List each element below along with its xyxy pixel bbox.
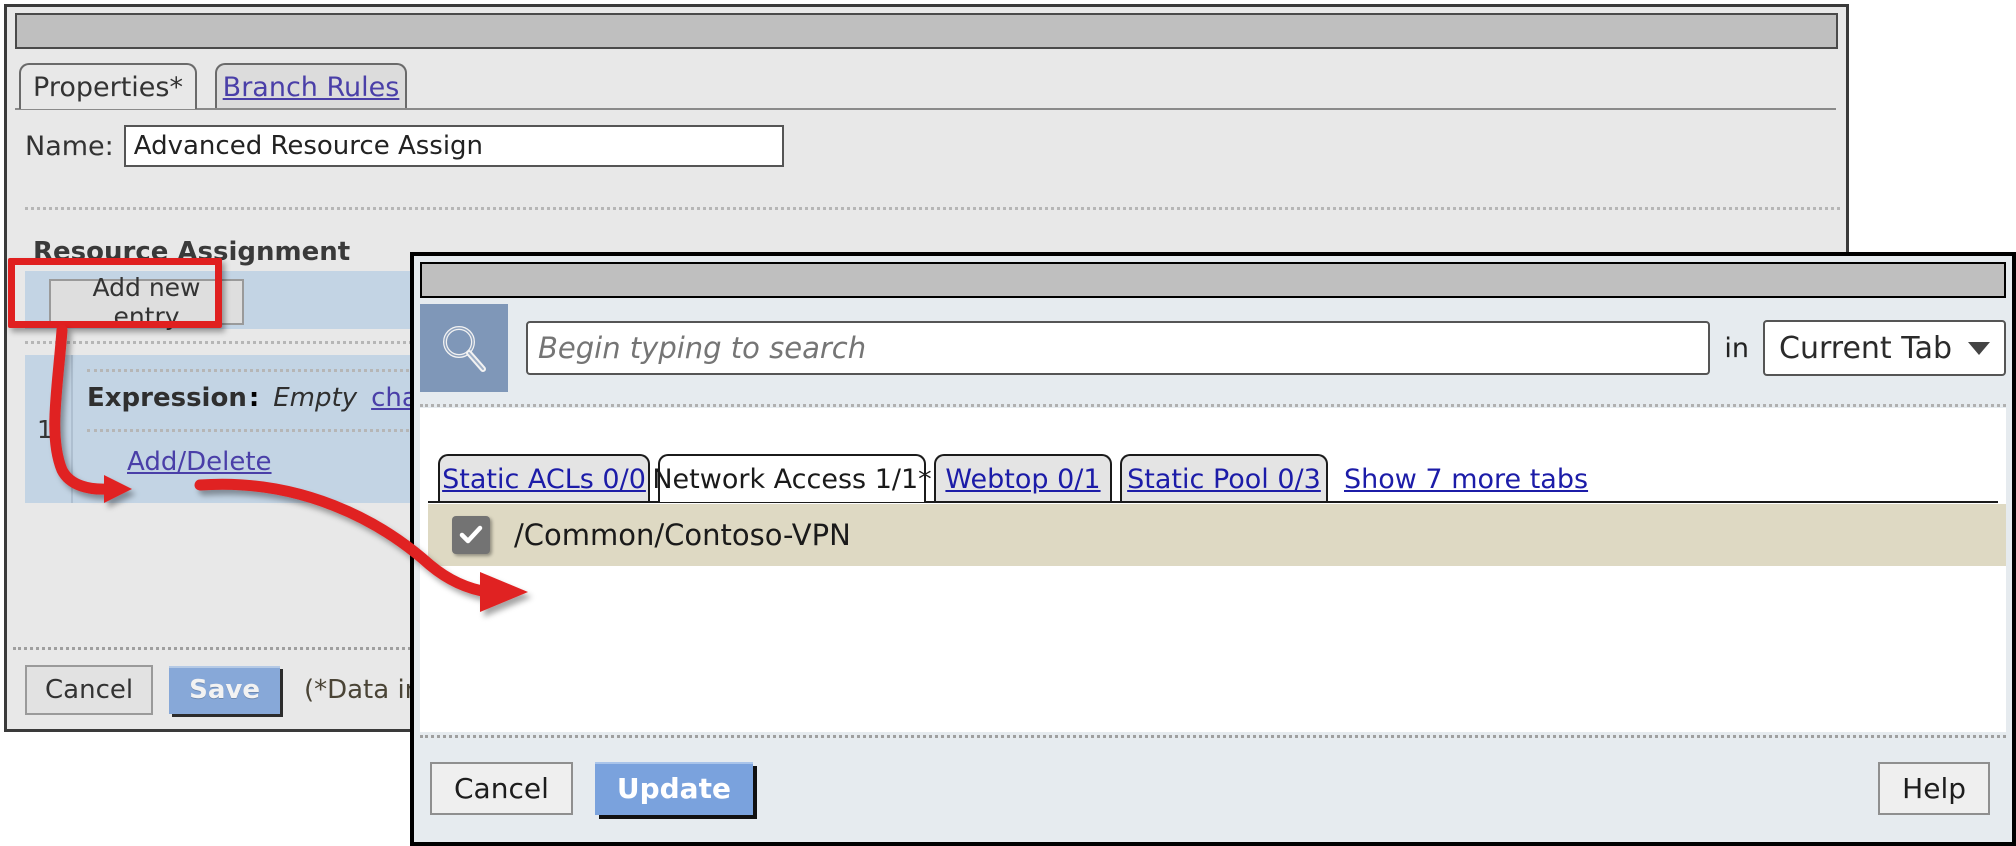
expression-colon: : bbox=[248, 383, 260, 413]
resource-checkbox[interactable] bbox=[452, 516, 490, 554]
entry-index-label: 1 bbox=[37, 415, 53, 444]
picker-content: Static ACLs 0/0 Network Access 1/1* Webt… bbox=[420, 408, 2006, 732]
tab-static-acls[interactable]: Static ACLs 0/0 bbox=[438, 454, 650, 502]
properties-tab-strip: Properties* Branch Rules bbox=[15, 59, 1838, 111]
tab-strip-divider bbox=[15, 108, 1836, 110]
tab-network-access-label: Network Access 1/1* bbox=[652, 463, 932, 495]
name-field-row: Name: bbox=[25, 125, 784, 167]
list-item[interactable]: /Common/Contoso-VPN bbox=[428, 504, 2006, 566]
tab-branch-rules[interactable]: Branch Rules bbox=[215, 63, 407, 109]
expression-value: Empty bbox=[273, 383, 358, 413]
tab-branch-rules-label: Branch Rules bbox=[222, 71, 400, 103]
tab-static-pool-label: Static Pool 0/3 bbox=[1127, 463, 1321, 495]
search-row: in Current Tab bbox=[420, 304, 2006, 392]
resource-name-label: /Common/Contoso-VPN bbox=[514, 518, 851, 552]
search-scope-value: Current Tab bbox=[1779, 330, 1952, 366]
magnifier-icon bbox=[420, 304, 508, 392]
tab-properties-label: Properties* bbox=[33, 71, 183, 103]
picker-update-button[interactable]: Update bbox=[594, 761, 753, 815]
dialog-title-bar bbox=[15, 13, 1838, 49]
picker-title-bar bbox=[420, 262, 2006, 298]
tab-static-acls-label: Static ACLs 0/0 bbox=[442, 463, 646, 495]
save-button[interactable]: Save bbox=[169, 666, 280, 714]
resource-assignment-heading: Resource Assignment bbox=[33, 237, 351, 267]
tab-static-pool[interactable]: Static Pool 0/3 bbox=[1120, 454, 1328, 502]
divider-above-section bbox=[25, 207, 1840, 210]
picker-cancel-button[interactable]: Cancel bbox=[430, 761, 573, 815]
add-new-entry-button[interactable]: Add new entry bbox=[49, 273, 244, 331]
show-more-tabs-link[interactable]: Show 7 more tabs bbox=[1344, 464, 1588, 495]
search-scope-label: in bbox=[1724, 332, 1749, 364]
tab-webtop[interactable]: Webtop 0/1 bbox=[934, 454, 1112, 502]
tab-properties[interactable]: Properties* bbox=[19, 63, 197, 109]
expression-label: Expression bbox=[87, 383, 247, 413]
picker-divider-top bbox=[420, 404, 2006, 407]
help-button[interactable]: Help bbox=[1878, 761, 1990, 815]
add-delete-link[interactable]: Add/Delete bbox=[127, 447, 272, 477]
picker-divider-bottom bbox=[420, 735, 2006, 738]
name-label: Name: bbox=[25, 130, 114, 162]
picker-footer-right: Help bbox=[1878, 761, 1990, 815]
search-input[interactable] bbox=[526, 321, 1711, 375]
resource-picker-dialog: in Current Tab Static ACLs 0/0 Network A… bbox=[410, 252, 2016, 846]
search-scope-select[interactable]: Current Tab bbox=[1763, 320, 2006, 376]
tab-network-access[interactable]: Network Access 1/1* bbox=[652, 454, 932, 502]
cancel-button[interactable]: Cancel bbox=[25, 665, 154, 715]
name-input[interactable] bbox=[123, 125, 784, 167]
chevron-down-icon bbox=[1968, 341, 1990, 355]
picker-footer: Cancel Update Help bbox=[420, 748, 2006, 828]
picker-footer-left: Cancel Update bbox=[430, 761, 753, 815]
tab-webtop-label: Webtop 0/1 bbox=[945, 463, 1101, 495]
resource-tab-strip: Static ACLs 0/0 Network Access 1/1* Webt… bbox=[428, 452, 2006, 504]
